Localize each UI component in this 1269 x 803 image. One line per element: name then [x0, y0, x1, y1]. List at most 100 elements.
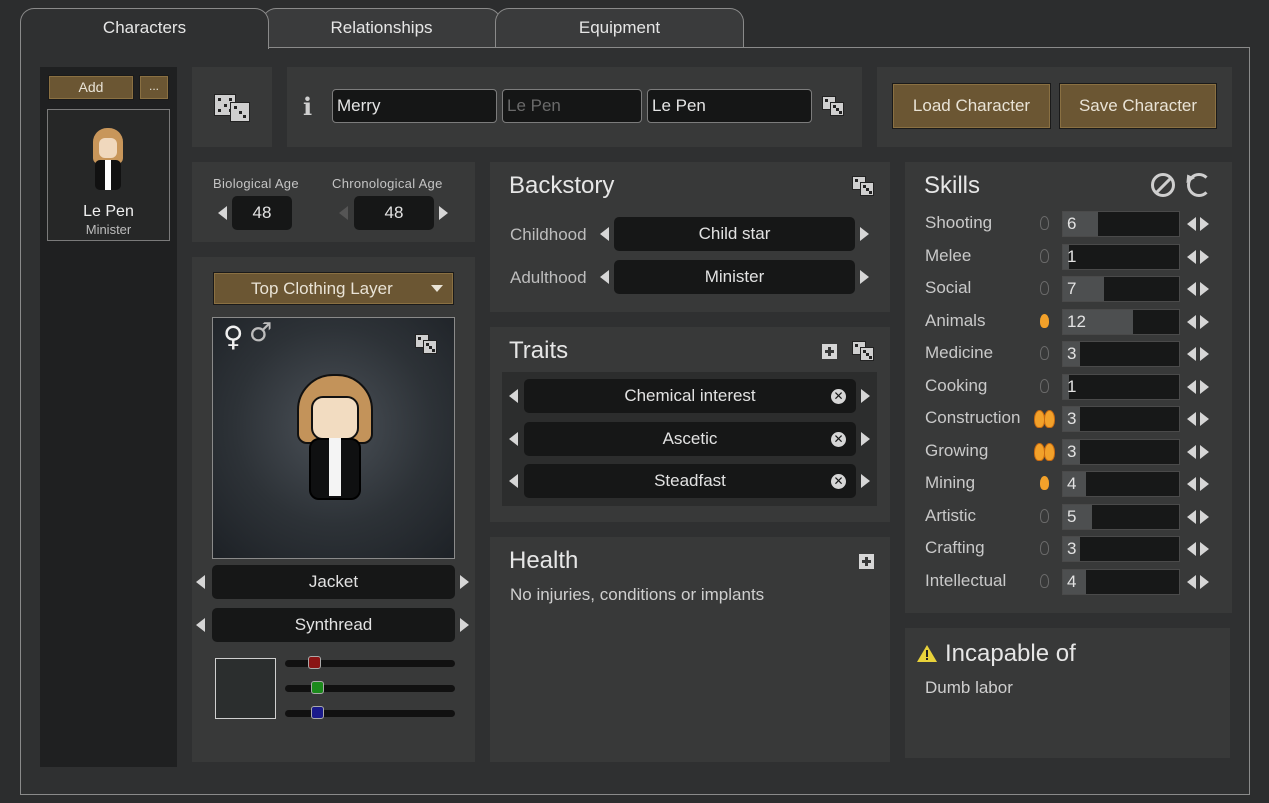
trait-item[interactable]: Steadfast: [524, 464, 856, 498]
add-trait-icon[interactable]: [822, 344, 837, 359]
skill-increase-icon[interactable]: [1200, 412, 1209, 426]
skill-level-bar[interactable]: 7: [1062, 276, 1180, 302]
minor-passion-flame-icon[interactable]: [1040, 313, 1049, 328]
more-options-button[interactable]: ...: [139, 75, 169, 100]
trait-item[interactable]: Ascetic: [524, 422, 856, 456]
skill-decrease-icon[interactable]: [1187, 574, 1196, 589]
no-passion-flame-icon[interactable]: [1040, 248, 1049, 263]
add-character-button[interactable]: Add: [48, 75, 134, 100]
skill-increase-icon[interactable]: [1200, 574, 1209, 589]
green-slider[interactable]: [285, 681, 455, 694]
skill-increase-icon[interactable]: [1200, 282, 1209, 296]
skill-level-bar[interactable]: 6: [1062, 211, 1180, 237]
remove-trait-icon[interactable]: ✕: [831, 432, 846, 447]
skill-increase-icon[interactable]: [1200, 444, 1209, 459]
material-selector[interactable]: Synthread: [212, 608, 455, 642]
randomize-traits-dice-icon[interactable]: [852, 341, 874, 363]
last-name-field[interactable]: Le Pen: [647, 89, 812, 123]
trait-item[interactable]: Chemical interest: [524, 379, 856, 413]
character-card[interactable]: Le Pen Minister: [47, 109, 170, 241]
female-gender-icon[interactable]: ♀: [223, 320, 244, 353]
biological-age-decrease-icon[interactable]: [218, 206, 227, 220]
skill-level-bar[interactable]: 3: [1062, 341, 1180, 367]
adulthood-prev-icon[interactable]: [600, 270, 609, 284]
randomize-name-dice-icon[interactable]: [822, 96, 844, 118]
minor-passion-flame-icon[interactable]: [1040, 476, 1049, 490]
skill-decrease-icon[interactable]: [1187, 217, 1196, 231]
biological-age-value[interactable]: 48: [232, 196, 292, 230]
skill-increase-icon[interactable]: [1200, 379, 1209, 394]
skill-decrease-icon[interactable]: [1187, 282, 1196, 296]
skill-increase-icon[interactable]: [1200, 509, 1209, 524]
tab-relationships[interactable]: Relationships: [262, 8, 501, 48]
skill-level-bar[interactable]: 1: [1062, 373, 1180, 400]
skill-level-bar[interactable]: 3: [1062, 406, 1180, 432]
childhood-next-icon[interactable]: [860, 227, 869, 241]
randomize-appearance-dice-icon[interactable]: [415, 334, 437, 356]
childhood-selector[interactable]: Child star: [614, 217, 855, 251]
major-passion-flame-icon[interactable]: [1032, 439, 1058, 465]
chronological-age-increase-icon[interactable]: [439, 206, 448, 220]
clear-skills-icon[interactable]: [1151, 173, 1175, 197]
skill-level-bar[interactable]: 5: [1062, 503, 1180, 530]
first-name-field[interactable]: Merry: [332, 89, 497, 123]
red-slider[interactable]: [285, 656, 455, 669]
skill-level-bar[interactable]: 3: [1062, 438, 1180, 465]
skill-level-bar[interactable]: 1: [1062, 243, 1180, 270]
major-passion-flame-icon[interactable]: [1032, 406, 1058, 432]
apparel-next-icon[interactable]: [460, 575, 469, 589]
load-character-button[interactable]: Load Character: [892, 83, 1051, 129]
no-passion-flame-icon[interactable]: [1040, 216, 1049, 230]
trait-next-icon[interactable]: [861, 389, 870, 403]
skill-decrease-icon[interactable]: [1187, 542, 1196, 556]
save-character-button[interactable]: Save Character: [1059, 83, 1217, 129]
apparel-prev-icon[interactable]: [196, 575, 205, 589]
green-slider-handle[interactable]: [311, 681, 324, 694]
skill-increase-icon[interactable]: [1200, 542, 1209, 556]
skill-level-bar[interactable]: 3: [1062, 536, 1180, 562]
info-icon[interactable]: i: [303, 92, 317, 121]
add-health-condition-icon[interactable]: [859, 554, 874, 569]
skill-level-bar[interactable]: 4: [1062, 471, 1180, 497]
skill-increase-icon[interactable]: [1200, 217, 1209, 231]
layer-select[interactable]: Top Clothing Layer: [213, 272, 454, 305]
skill-level-bar[interactable]: 4: [1062, 568, 1180, 595]
skill-level-bar[interactable]: 12: [1062, 308, 1180, 335]
remove-trait-icon[interactable]: ✕: [831, 474, 846, 489]
chronological-age-value[interactable]: 48: [354, 196, 434, 230]
no-passion-flame-icon[interactable]: [1040, 508, 1049, 523]
skill-decrease-icon[interactable]: [1187, 477, 1196, 491]
childhood-prev-icon[interactable]: [600, 227, 609, 241]
trait-next-icon[interactable]: [861, 432, 870, 446]
nickname-field[interactable]: Le Pen: [502, 89, 642, 123]
skill-decrease-icon[interactable]: [1187, 444, 1196, 459]
no-passion-flame-icon[interactable]: [1040, 281, 1049, 295]
randomize-character-dice-icon[interactable]: [214, 94, 250, 124]
material-prev-icon[interactable]: [196, 618, 205, 632]
skill-decrease-icon[interactable]: [1187, 379, 1196, 394]
skill-decrease-icon[interactable]: [1187, 314, 1196, 329]
trait-next-icon[interactable]: [861, 474, 870, 488]
color-swatch[interactable]: [215, 658, 276, 719]
skill-decrease-icon[interactable]: [1187, 509, 1196, 524]
trait-prev-icon[interactable]: [509, 389, 518, 403]
blue-slider-handle[interactable]: [311, 706, 324, 719]
skill-decrease-icon[interactable]: [1187, 347, 1196, 361]
skill-increase-icon[interactable]: [1200, 314, 1209, 329]
tab-characters[interactable]: Characters: [20, 8, 269, 49]
red-slider-handle[interactable]: [308, 656, 321, 669]
remove-trait-icon[interactable]: ✕: [831, 389, 846, 404]
reset-skills-icon[interactable]: [1182, 171, 1211, 197]
skill-decrease-icon[interactable]: [1187, 249, 1196, 264]
no-passion-flame-icon[interactable]: [1040, 541, 1049, 555]
trait-prev-icon[interactable]: [509, 432, 518, 446]
tab-equipment[interactable]: Equipment: [495, 8, 744, 48]
male-gender-icon[interactable]: ♂: [249, 318, 272, 348]
skill-decrease-icon[interactable]: [1187, 412, 1196, 426]
material-next-icon[interactable]: [460, 618, 469, 632]
no-passion-flame-icon[interactable]: [1040, 378, 1049, 393]
no-passion-flame-icon[interactable]: [1040, 346, 1049, 360]
trait-prev-icon[interactable]: [509, 474, 518, 488]
skill-increase-icon[interactable]: [1200, 347, 1209, 361]
adulthood-next-icon[interactable]: [860, 270, 869, 284]
